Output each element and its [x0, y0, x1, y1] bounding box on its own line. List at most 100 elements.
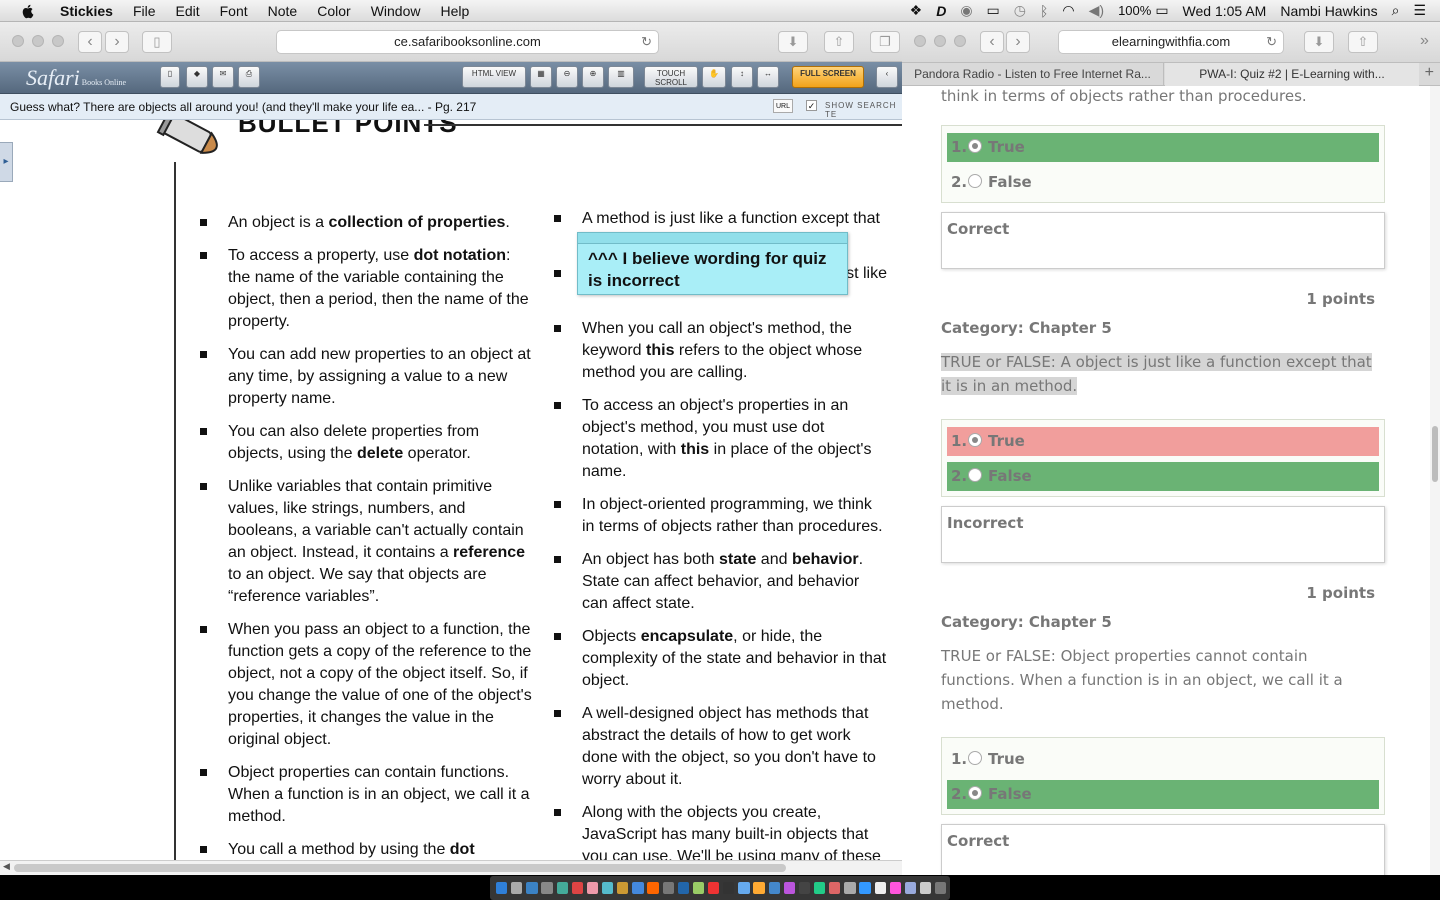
dock-app-icon[interactable]: [783, 882, 796, 894]
scroll-thumb[interactable]: [14, 864, 786, 872]
show-search-checkbox[interactable]: ✓: [806, 100, 817, 111]
dock-app-icon[interactable]: [586, 882, 599, 894]
bluetooth-icon[interactable]: ᛒ: [1040, 3, 1048, 19]
answer-option[interactable]: 2. False: [947, 780, 1379, 809]
page-view-button[interactable]: ▯: [160, 66, 180, 88]
full-screen-button[interactable]: FULL SCREEN: [792, 66, 864, 88]
fit-width-button[interactable]: ↔: [757, 66, 779, 88]
horizontal-scrollbar[interactable]: ◀: [0, 860, 902, 875]
zoom-out-button[interactable]: ⊖: [556, 66, 578, 88]
dock-app-icon[interactable]: [496, 882, 508, 894]
dropbox-icon[interactable]: ❖: [910, 2, 923, 19]
overflow-chevron-icon[interactable]: »: [1420, 32, 1429, 50]
dock-app-icon[interactable]: [511, 882, 523, 894]
downloads-button[interactable]: ⬇: [1304, 31, 1334, 53]
tab-pandora[interactable]: Pandora Radio - Listen to Free Internet …: [902, 63, 1164, 86]
tabs-button[interactable]: ❐: [870, 31, 900, 53]
menu-color[interactable]: Color: [317, 3, 350, 19]
sidebar-button[interactable]: ▯: [142, 31, 172, 53]
close-button[interactable]: [914, 35, 926, 47]
sticky-note[interactable]: ^^^ I believe wording for quiz is incorr…: [577, 232, 848, 295]
answer-option[interactable]: 1. True: [947, 745, 1379, 774]
airplay-icon[interactable]: ▭: [987, 2, 1000, 19]
dock-app-icon[interactable]: [768, 882, 780, 894]
dock-app-icon[interactable]: [617, 882, 629, 894]
html-view-button[interactable]: HTML VIEW: [462, 66, 526, 88]
back-button[interactable]: ‹: [78, 31, 102, 53]
zoom-button[interactable]: [954, 35, 966, 47]
scroll-left-icon[interactable]: ◀: [3, 861, 10, 872]
dock-app-icon[interactable]: [556, 882, 568, 894]
answer-option[interactable]: 1. True: [947, 133, 1379, 162]
touch-scroll-button[interactable]: TOUCH SCROLL: [644, 66, 698, 88]
zoom-in-button[interactable]: ⊕: [582, 66, 604, 88]
dock-app-icon[interactable]: [829, 882, 841, 894]
side-panel-toggle[interactable]: ▸: [0, 142, 13, 182]
notification-center-icon[interactable]: ☰: [1413, 2, 1426, 19]
menu-file[interactable]: File: [133, 3, 156, 19]
tab-quiz[interactable]: PWA-I: Quiz #2 | E-Learning with...: [1165, 63, 1419, 86]
answer-option[interactable]: 1. True: [947, 427, 1379, 456]
dock-app-icon[interactable]: [738, 882, 750, 894]
tag-button[interactable]: ◆: [186, 66, 208, 88]
dock-app-icon[interactable]: [571, 882, 584, 894]
apple-icon[interactable]: [20, 3, 36, 19]
dock-app-icon[interactable]: [647, 882, 659, 894]
url-toggle-button[interactable]: URL: [773, 99, 793, 113]
downloads-button[interactable]: ⬇: [778, 31, 808, 53]
dock-app-icon[interactable]: [904, 882, 917, 894]
menu-edit[interactable]: Edit: [176, 3, 200, 19]
dock-app-icon[interactable]: [601, 882, 614, 894]
vertical-scrollbar[interactable]: [1430, 86, 1440, 875]
answer-option[interactable]: 2. False: [947, 462, 1379, 491]
time-machine-icon[interactable]: ◷: [1014, 2, 1026, 19]
new-tab-button[interactable]: +: [1425, 64, 1434, 82]
dock-app-icon[interactable]: [526, 882, 538, 894]
sticky-note-text[interactable]: ^^^ I believe wording for quiz is incorr…: [578, 244, 847, 296]
sticky-note-titlebar[interactable]: [578, 233, 847, 244]
dock-app-icon[interactable]: [707, 882, 720, 894]
battery-icon[interactable]: ▭: [1155, 2, 1168, 19]
spotlight-icon[interactable]: ⌕: [1392, 2, 1400, 19]
menu-app-name[interactable]: Stickies: [60, 3, 113, 19]
address-bar[interactable]: elearningwithfia.com ↻: [1058, 30, 1284, 54]
dock-app-icon[interactable]: [632, 882, 644, 894]
back-button[interactable]: ‹: [980, 31, 1004, 53]
two-page-button[interactable]: ▥: [608, 66, 634, 88]
thumbnails-button[interactable]: ▦: [530, 66, 552, 88]
fit-height-button[interactable]: ↕: [731, 66, 753, 88]
wifi-icon[interactable]: ◠: [1062, 2, 1074, 19]
scroll-thumb[interactable]: [1432, 426, 1438, 482]
forward-button[interactable]: ›: [1006, 31, 1030, 53]
radio-button[interactable]: [968, 174, 982, 188]
app-d-icon[interactable]: D: [936, 3, 946, 19]
radio-button[interactable]: [968, 468, 982, 482]
email-button[interactable]: ✉: [212, 66, 234, 88]
dock-app-icon[interactable]: [541, 882, 553, 894]
dock-app-icon[interactable]: [935, 882, 947, 894]
reload-icon[interactable]: ↻: [1266, 31, 1277, 53]
prev-page-button[interactable]: ‹: [876, 66, 898, 88]
hand-tool-button[interactable]: ✋: [702, 66, 726, 88]
minimize-button[interactable]: [32, 35, 44, 47]
menu-help[interactable]: Help: [440, 3, 469, 19]
reload-icon[interactable]: ↻: [641, 31, 652, 53]
dock-app-icon[interactable]: [662, 882, 674, 894]
radio-button[interactable]: [968, 751, 982, 765]
answer-option[interactable]: 2. False: [947, 168, 1379, 197]
dock-app-icon[interactable]: [844, 882, 856, 894]
forward-button[interactable]: ›: [105, 31, 129, 53]
clock[interactable]: Wed 1:05 AM: [1183, 3, 1267, 19]
volume-icon[interactable]: ◀): [1089, 2, 1104, 19]
share-button[interactable]: ⇧: [824, 31, 854, 53]
dock-app-icon[interactable]: [798, 882, 811, 894]
dock-app-icon[interactable]: [859, 882, 871, 894]
print-button[interactable]: ⎙: [238, 66, 260, 88]
dock-app-icon[interactable]: [889, 882, 901, 894]
radio-button[interactable]: [968, 433, 982, 447]
dock-app-icon[interactable]: [874, 882, 886, 894]
share-button[interactable]: ⇧: [1348, 31, 1378, 53]
zoom-button[interactable]: [52, 35, 64, 47]
close-button[interactable]: [12, 35, 24, 47]
dock-app-icon[interactable]: [919, 882, 932, 894]
